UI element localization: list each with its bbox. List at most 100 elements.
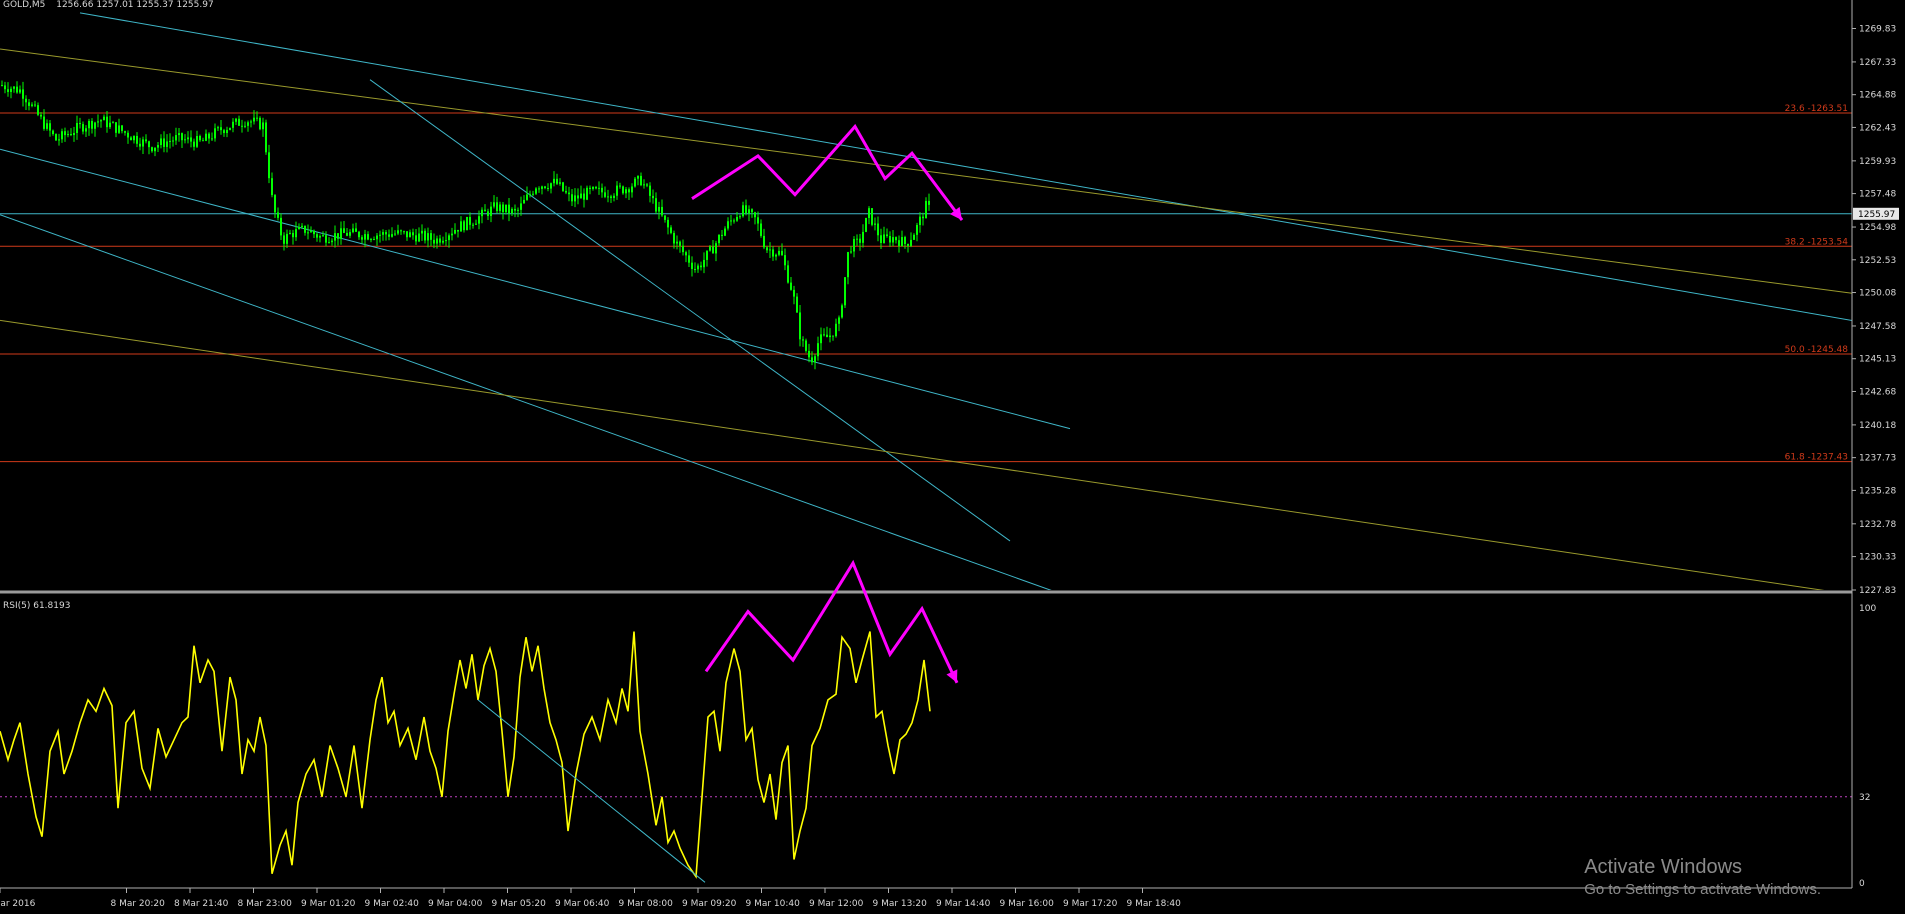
candle-body <box>355 228 357 232</box>
candle-body <box>250 121 252 123</box>
candle-body <box>394 233 396 235</box>
candle-body <box>637 175 639 179</box>
candle-body <box>367 234 369 240</box>
x-tick-label-14: 9 Mar 14:40 <box>936 899 991 909</box>
x-tick-label-12: 9 Mar 12:00 <box>809 899 864 909</box>
candle-body <box>31 104 33 106</box>
candle-body <box>814 356 816 363</box>
candle-body <box>259 117 261 130</box>
candle-body <box>592 186 594 189</box>
candle-body <box>181 133 183 141</box>
candle-body <box>7 89 9 92</box>
candle-body <box>703 259 705 268</box>
candle-body <box>52 130 54 135</box>
candle-body <box>835 323 837 337</box>
candle-body <box>202 140 204 142</box>
candle-body <box>490 206 492 216</box>
candle-body <box>529 194 531 196</box>
candle-body <box>55 134 57 141</box>
rsi-trendline[interactable] <box>477 699 706 883</box>
trendline-4[interactable] <box>369 79 1011 542</box>
candle-body <box>193 141 195 147</box>
y-tick-label-7: 1252.53 <box>1859 256 1896 266</box>
candle-body <box>793 289 795 297</box>
candle-body <box>925 200 927 219</box>
trendline-1[interactable] <box>0 48 1905 300</box>
candle-body <box>292 232 294 238</box>
candle-body <box>118 125 120 133</box>
candle-body <box>214 128 216 139</box>
x-tick-label-13: 9 Mar 13:20 <box>873 899 928 909</box>
candle-body <box>361 237 363 240</box>
candle-body <box>598 187 600 189</box>
candle-body <box>676 241 678 244</box>
candle-body <box>496 202 498 211</box>
candle-body <box>472 224 474 226</box>
candle-body <box>622 186 624 194</box>
candle-body <box>223 130 225 134</box>
candle-body <box>163 138 165 147</box>
candle-body <box>475 223 477 225</box>
rsi-line[interactable] <box>0 631 931 879</box>
candle-body <box>517 209 519 211</box>
candle-body <box>715 243 717 254</box>
candle-body <box>25 98 27 103</box>
chart[interactable]: 23.6 -1263.51 38.2 -1253.54 50.0 -1245.48 6… <box>0 0 1905 914</box>
candle-body <box>589 187 591 189</box>
candle-body <box>733 220 735 222</box>
trendline-0[interactable] <box>79 12 1905 330</box>
candle-body <box>526 194 528 200</box>
candle-body <box>754 212 756 218</box>
candle-body <box>133 135 135 141</box>
candle-body <box>901 237 903 247</box>
y-tick-label-16: 1230.33 <box>1859 553 1896 563</box>
price-pane[interactable]: 23.6 -1263.51 38.2 -1253.54 50.0 -1245.48 6… <box>0 12 1905 603</box>
candle-body <box>172 140 174 142</box>
candle-body <box>91 120 93 129</box>
candle-body <box>625 189 627 194</box>
candle-body <box>454 229 456 234</box>
candle-body <box>721 234 723 236</box>
candle-body <box>766 247 768 251</box>
candle-body <box>508 204 510 214</box>
candle-body <box>889 235 891 243</box>
candle-body <box>856 238 858 240</box>
candle-body <box>466 216 468 231</box>
candle-body <box>904 237 906 245</box>
candle-body <box>235 118 237 122</box>
candle-body <box>556 178 558 184</box>
candle-body <box>97 121 99 123</box>
annotation-zigzag[interactable] <box>691 123 964 221</box>
candle-body <box>286 233 288 244</box>
trendline-3[interactable] <box>0 214 1070 597</box>
candle-body <box>439 238 441 243</box>
rsi-annotation-zigzag[interactable] <box>704 559 959 684</box>
candle-body <box>619 185 621 187</box>
candle-body <box>46 123 48 129</box>
rsi-tick-label-0: 100 <box>1859 604 1876 614</box>
candle-body <box>217 127 219 129</box>
candle-body <box>763 235 765 248</box>
candle-body <box>226 129 228 134</box>
x-tick-label-1: 8 Mar 20:20 <box>111 899 166 909</box>
candle-body <box>376 235 378 240</box>
candle-body <box>190 137 192 142</box>
candle-body <box>400 230 402 232</box>
candle-body <box>298 226 300 230</box>
y-tick-label-11: 1242.68 <box>1859 387 1896 397</box>
candle-body <box>433 239 435 244</box>
candle-body <box>373 239 375 241</box>
rsi-tick-label-2: 0 <box>1859 879 1865 889</box>
candle-body <box>868 208 870 219</box>
candle-body <box>445 240 447 242</box>
candle-body <box>379 234 381 236</box>
candle-body <box>706 250 708 260</box>
y-tick-label-3: 1262.43 <box>1859 123 1896 133</box>
candle-body <box>412 232 414 236</box>
candle-body <box>724 228 726 236</box>
rsi-pane[interactable] <box>0 559 1852 883</box>
candle-body <box>727 221 729 229</box>
candle-body <box>304 225 306 233</box>
candle-body <box>319 236 321 238</box>
candle-body <box>130 137 132 141</box>
